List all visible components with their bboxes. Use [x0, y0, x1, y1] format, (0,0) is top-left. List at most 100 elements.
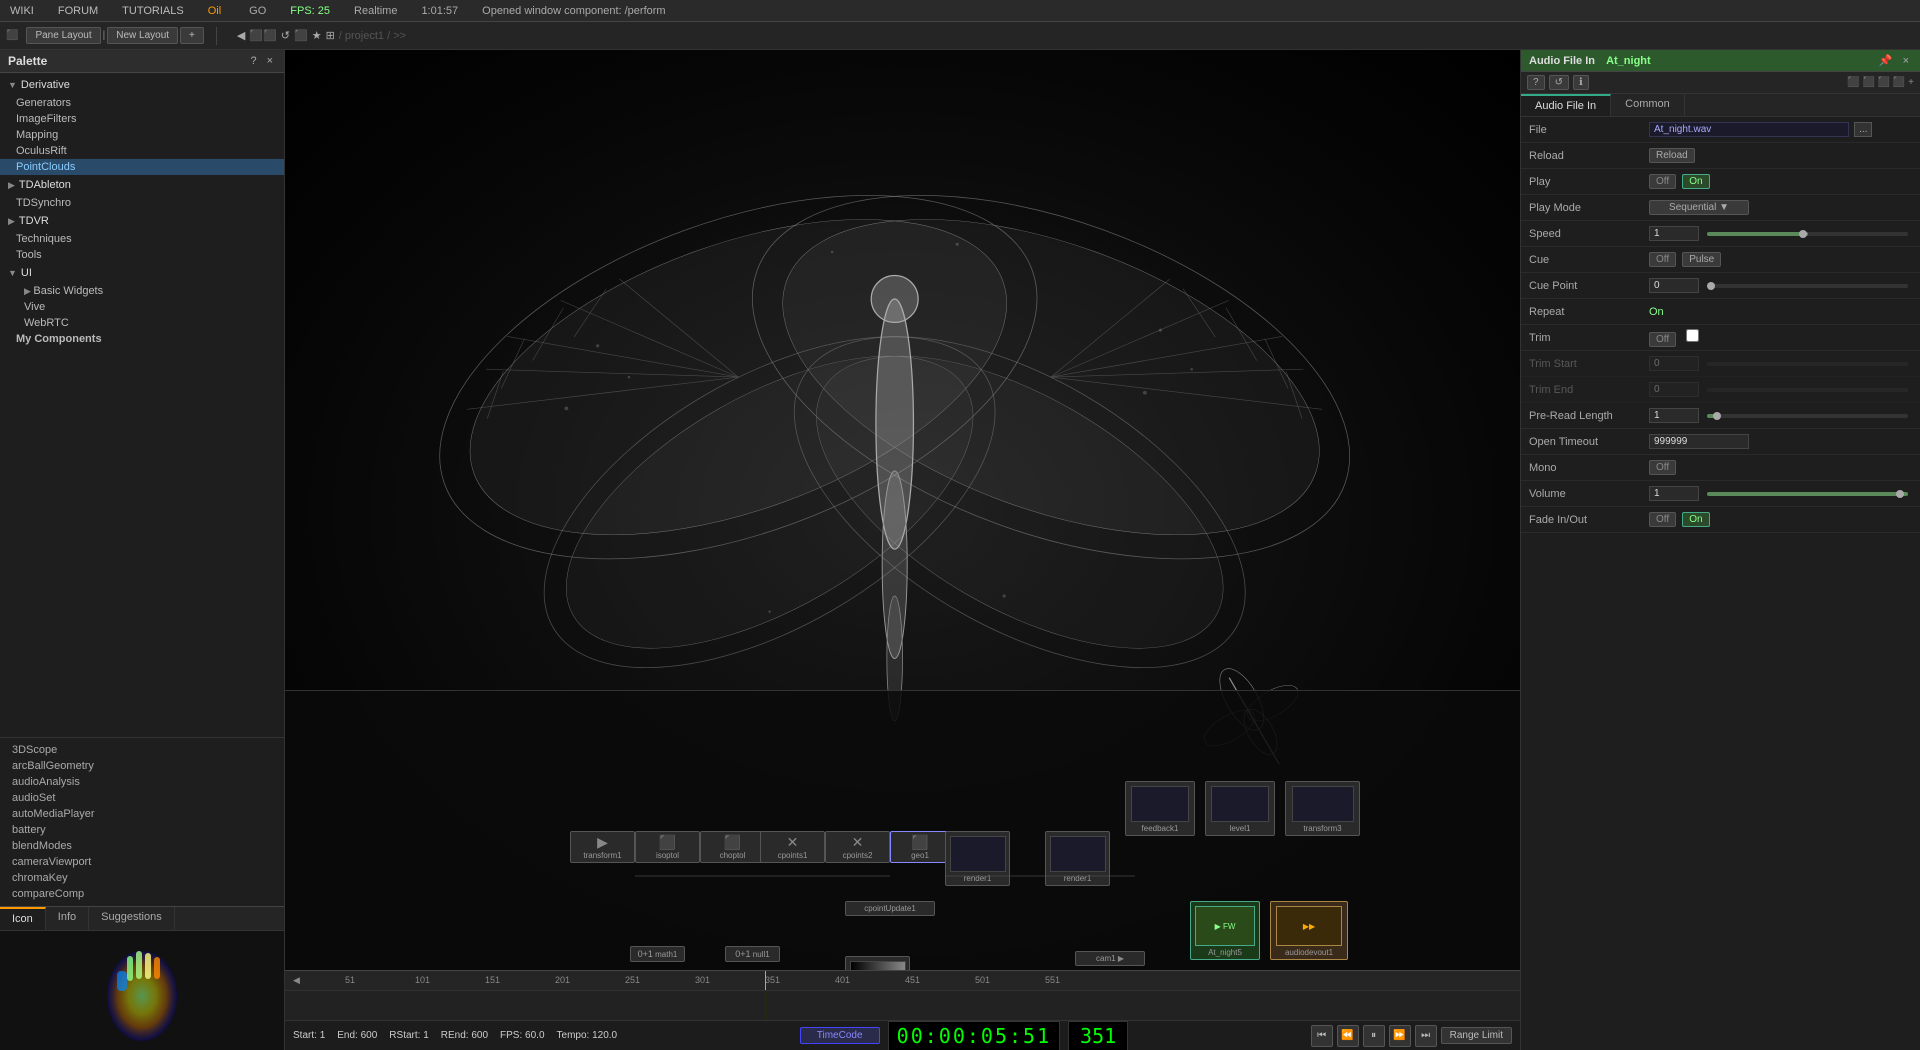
rpanel-reload-btn[interactable]: ↺	[1549, 75, 1569, 90]
node-render2[interactable]: render1	[1045, 831, 1110, 886]
palette-close-btn[interactable]: ×	[264, 55, 276, 67]
param-fadeinout-on-btn[interactable]: On	[1682, 512, 1709, 527]
palette-tdsynchro[interactable]: TDSynchro	[0, 195, 284, 211]
palette-tab-suggestions[interactable]: Suggestions	[89, 907, 175, 930]
rpanel-help-btn[interactable]: ?	[1527, 75, 1545, 90]
param-trim-off-btn[interactable]: Off	[1649, 332, 1676, 347]
transport-play-btn[interactable]: ⏸	[1363, 1025, 1385, 1047]
node-cam1[interactable]: cam1 ▶	[1075, 951, 1145, 966]
param-prereadlength-slider[interactable]	[1707, 414, 1908, 418]
timeline-content[interactable]	[285, 991, 1520, 1020]
palette-help-btn[interactable]: ?	[247, 55, 259, 67]
param-cue-off-btn[interactable]: Off	[1649, 252, 1676, 267]
palette-sub-cameraviewport[interactable]: cameraViewport	[0, 854, 284, 870]
forum-menu[interactable]: FORUM	[54, 5, 102, 17]
palette-techniques[interactable]: Techniques	[0, 231, 284, 247]
palette-tdableton-section[interactable]: ▶ TDAbleton	[0, 175, 284, 195]
node-transform1[interactable]: ▶ transform1	[570, 831, 635, 863]
oil-menu[interactable]: Oil	[204, 5, 225, 17]
param-cue-pulse-btn[interactable]: Pulse	[1682, 252, 1721, 267]
range-limit-btn[interactable]: Range Limit	[1441, 1027, 1512, 1044]
palette-sub-audioanalysis[interactable]: audioAnalysis	[0, 774, 284, 790]
add-layout-btn[interactable]: +	[180, 27, 204, 44]
node-audiodevout[interactable]: ▶▶ audiodevout1	[1270, 901, 1348, 960]
transport-fwd-btn[interactable]: ⏩	[1389, 1025, 1411, 1047]
rpanel-info-btn[interactable]: ℹ	[1573, 75, 1589, 90]
node-isop1[interactable]: ⬛ isoptol	[635, 831, 700, 863]
node-feedback1[interactable]: feedback1	[1125, 781, 1195, 836]
rpanel-tab-common[interactable]: Common	[1611, 94, 1685, 116]
param-file-browse-btn[interactable]: ...	[1854, 122, 1872, 137]
node-math1[interactable]: 0+1 math1	[630, 946, 685, 962]
palette-mapping[interactable]: Mapping	[0, 127, 284, 143]
param-speed-input[interactable]	[1649, 226, 1699, 241]
param-opentimeout-input[interactable]	[1649, 434, 1749, 449]
palette-derivative-header[interactable]: ▼ Derivative	[8, 77, 276, 93]
param-speed-slider[interactable]	[1707, 232, 1908, 236]
right-panel-pin-btn[interactable]: 📌	[1876, 54, 1896, 67]
param-fadeinout-off-btn[interactable]: Off	[1649, 512, 1676, 527]
palette-tab-icon[interactable]: Icon	[0, 907, 46, 930]
palette-tools[interactable]: Tools	[0, 247, 284, 263]
node-render1[interactable]: render1	[945, 831, 1010, 886]
palette-derivative-section[interactable]: ▼ Derivative	[0, 75, 284, 95]
param-cuepoint-slider[interactable]	[1707, 284, 1908, 288]
nav-grid[interactable]: ⊞	[326, 29, 335, 42]
nav-back-btn[interactable]: ◀	[237, 29, 245, 42]
node-ramp1[interactable]: ramp1	[845, 956, 910, 970]
param-reload-btn[interactable]: Reload	[1649, 148, 1695, 163]
wiki-menu[interactable]: WIKI	[6, 5, 38, 17]
palette-imagefilters[interactable]: ImageFilters	[0, 111, 284, 127]
palette-sub-arcball[interactable]: arcBallGeometry	[0, 758, 284, 774]
palette-oculusrift[interactable]: OculusRift	[0, 143, 284, 159]
param-volume-input[interactable]	[1649, 486, 1699, 501]
node-chopt1[interactable]: ⬛ choptol	[700, 831, 765, 863]
param-volume-slider[interactable]	[1707, 492, 1908, 496]
palette-sub-battery[interactable]: battery	[0, 822, 284, 838]
palette-sub-blendmodes[interactable]: blendModes	[0, 838, 284, 854]
palette-tab-info[interactable]: Info	[46, 907, 89, 930]
node-spoints2[interactable]: ✕ cpoints2	[825, 831, 890, 863]
tutorials-menu[interactable]: TUTORIALS	[118, 5, 188, 17]
palette-sub-comparecomp[interactable]: compareComp	[0, 886, 284, 902]
palette-ui-header[interactable]: ▼ UI	[8, 265, 276, 281]
node-transform3[interactable]: transform3	[1285, 781, 1360, 836]
palette-basic-widgets[interactable]: ▶ Basic Widgets	[0, 283, 284, 299]
timecode-label-btn[interactable]: TimeCode	[800, 1027, 880, 1044]
new-layout-btn[interactable]: New Layout	[107, 27, 178, 44]
node-pointupdate[interactable]: cpointUpdate1	[845, 901, 935, 916]
right-panel-close-btn[interactable]: ×	[1900, 54, 1912, 67]
palette-vive[interactable]: Vive	[0, 299, 284, 315]
pane-layout-btn[interactable]: Pane Layout	[26, 27, 100, 44]
palette-sub-3dscope[interactable]: 3DScope	[0, 742, 284, 758]
param-playmode-select[interactable]: Sequential ▼	[1649, 200, 1749, 215]
param-cuepoint-input[interactable]	[1649, 278, 1699, 293]
node-spoints1[interactable]: ✕ cpoints1	[760, 831, 825, 863]
node-level1[interactable]: level1	[1205, 781, 1275, 836]
transport-prev-btn[interactable]: ⏮	[1311, 1025, 1333, 1047]
nav-home[interactable]: ⬛	[294, 29, 308, 42]
playhead[interactable]	[765, 971, 766, 991]
node-graph[interactable]: ▶ transform1 ⬛ isoptol ⬛ choptol ✕ cpoin…	[285, 690, 1520, 970]
param-play-off-btn[interactable]: Off	[1649, 174, 1676, 189]
param-prereadlength-input[interactable]	[1649, 408, 1699, 423]
nav-bookmark[interactable]: ★	[312, 29, 322, 42]
palette-generators[interactable]: Generators	[0, 95, 284, 111]
palette-pointclouds[interactable]: PointClouds	[0, 159, 284, 175]
palette-sub-automediaplayer[interactable]: autoMediaPlayer	[0, 806, 284, 822]
palette-ui-section[interactable]: ▼ UI	[0, 263, 284, 283]
palette-my-components[interactable]: My Components	[0, 331, 284, 347]
palette-tdvr-header[interactable]: ▶ TDVR	[8, 213, 276, 229]
viewport[interactable]: ▶ transform1 ⬛ isoptol ⬛ choptol ✕ cpoin…	[285, 50, 1520, 970]
palette-webrtc[interactable]: WebRTC	[0, 315, 284, 331]
palette-sub-audioset[interactable]: audioSet	[0, 790, 284, 806]
node-atnight[interactable]: ▶ FW At_night5	[1190, 901, 1260, 960]
param-mono-off-btn[interactable]: Off	[1649, 460, 1676, 475]
nav-reload[interactable]: ↺	[281, 29, 290, 42]
param-trim-checkbox[interactable]	[1686, 329, 1699, 342]
transport-back-btn[interactable]: ⏪	[1337, 1025, 1359, 1047]
node-null1[interactable]: 0+1 null1	[725, 946, 780, 962]
palette-tdableton-header[interactable]: ▶ TDAbleton	[8, 177, 276, 193]
param-file-input[interactable]	[1649, 122, 1849, 137]
param-play-on-btn[interactable]: On	[1682, 174, 1709, 189]
